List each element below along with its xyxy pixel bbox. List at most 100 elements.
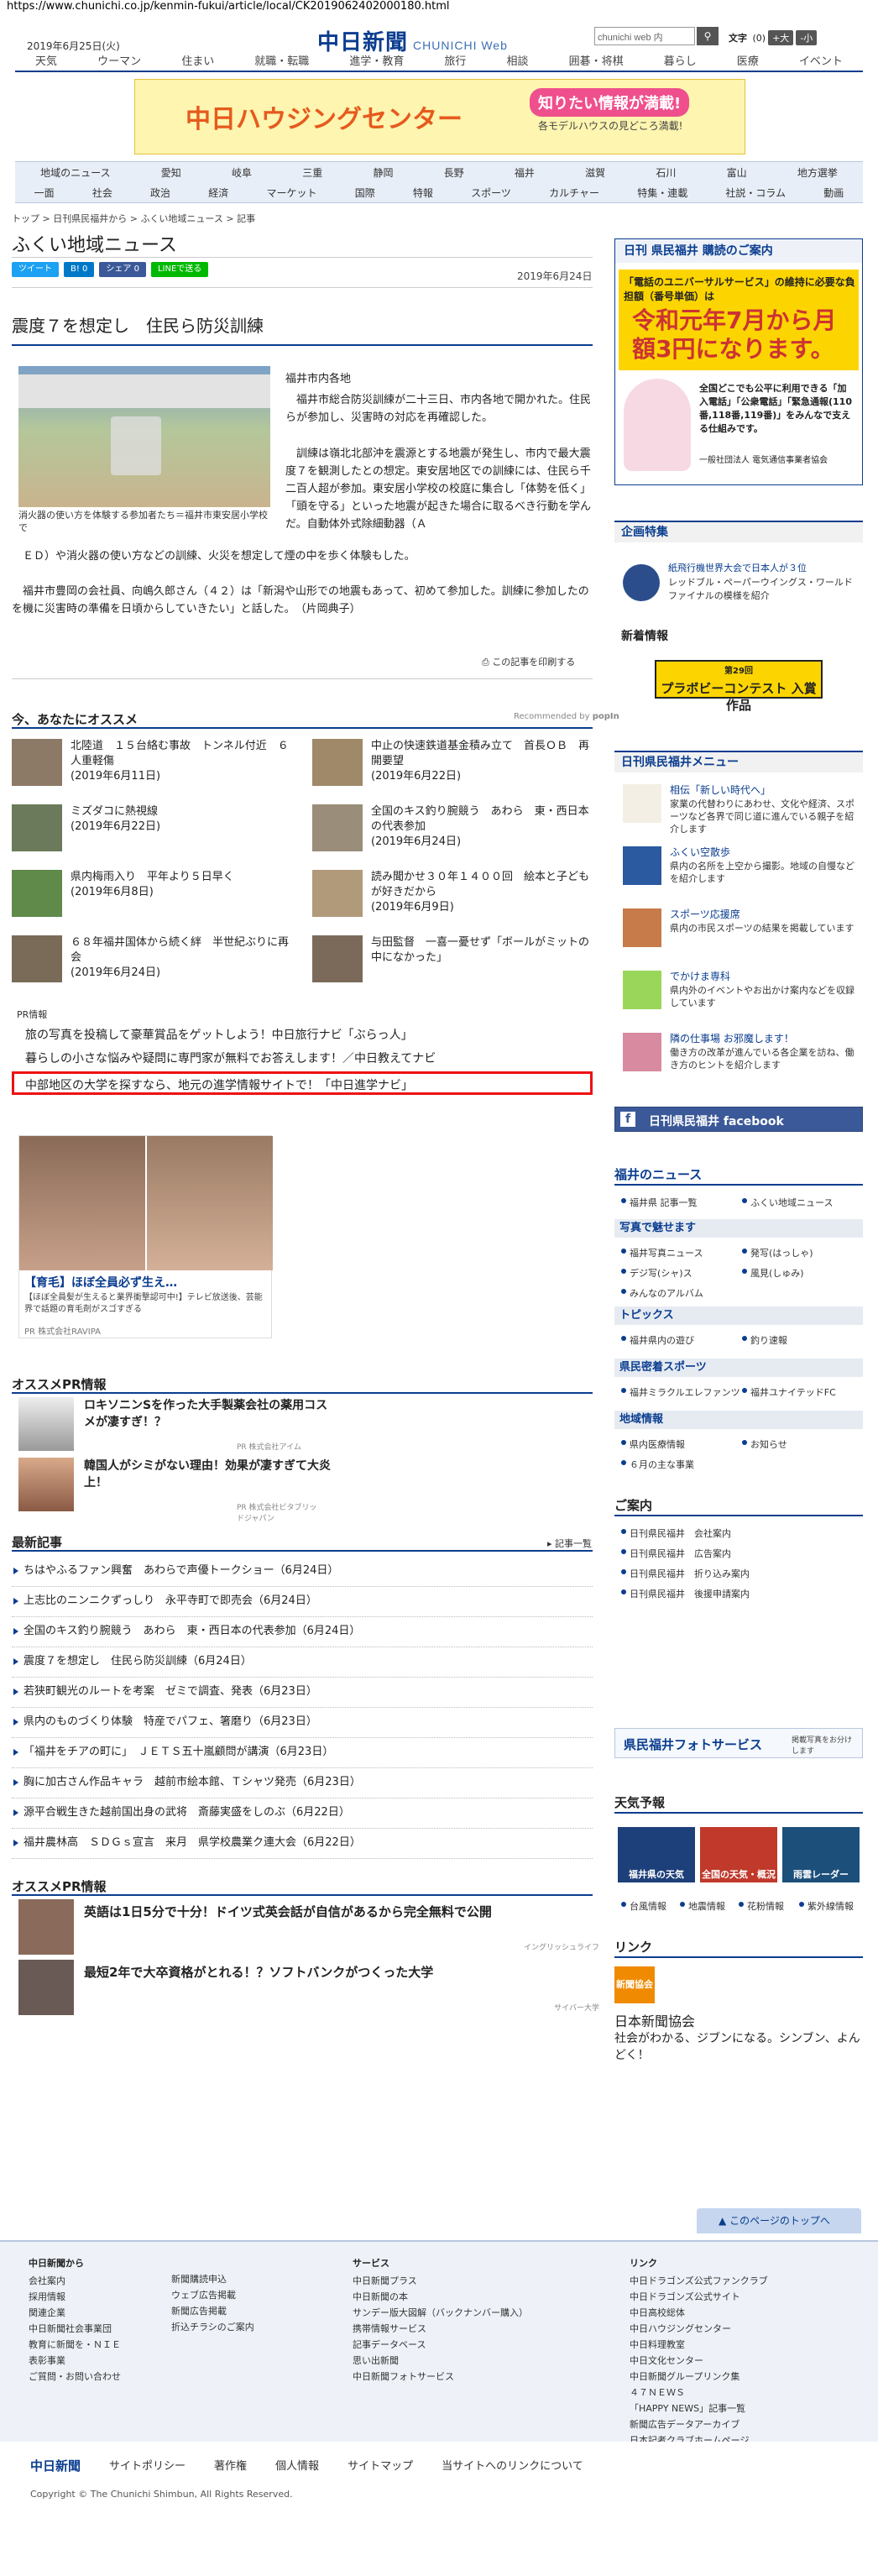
footer-link-1-3[interactable]: 中日新聞社会事業団 bbox=[29, 2321, 121, 2337]
footer-link-4-7[interactable]: ４７ＮＥＷＳ bbox=[630, 2385, 768, 2401]
footer-link-1-0[interactable]: 会社案内 bbox=[29, 2273, 121, 2289]
footer-bar-item-5[interactable]: 当サイトへのリンクについて bbox=[442, 2457, 583, 2474]
cat-nav-row2-item-4[interactable]: マーケット bbox=[266, 186, 316, 200]
font-large-button[interactable]: +大 bbox=[768, 30, 794, 45]
latest-more-link[interactable]: ▸ 記事一覧 bbox=[547, 1537, 592, 1550]
footer-link-4-3[interactable]: 中日ハウジングセンター bbox=[630, 2321, 768, 2337]
area-link-2[interactable]: お知らせ bbox=[742, 1437, 787, 1451]
global-nav-item-0[interactable]: 天気 bbox=[35, 52, 57, 71]
cat-nav-row2-item-7[interactable]: スポーツ bbox=[471, 186, 511, 200]
breadcrumb[interactable]: トップ > 日刊県民福井から > ふくい地域ニュース > 記事 bbox=[12, 212, 255, 225]
osusume-pr-item-1[interactable]: ロキソニンSを作った大手製薬会社の薬用コスメが凄すぎ！？ PR 株式会社アイム bbox=[18, 1397, 327, 1456]
menu-item[interactable]: でかけま専科 県内外のイベントやお出かけ案内などを収録しています bbox=[623, 969, 863, 1021]
menu-item[interactable]: 相伝「新しい時代へ」 家業の代替わりにあわせ、文化や経済、スポーツなど各界で同じ道… bbox=[623, 783, 863, 835]
global-nav-item-1[interactable]: ウーマン bbox=[97, 52, 141, 71]
reco-item[interactable]: 県内梅雨入り 平年より５日早く (2019年6月8日) bbox=[12, 867, 302, 924]
global-nav-item-5[interactable]: 旅行 bbox=[444, 52, 466, 71]
pr-link-1[interactable]: 旅の写真を投稿して豪華賞品をゲットしよう！中日旅行ナビ「ぶらっ人」 bbox=[25, 1026, 413, 1043]
reco-item[interactable]: 与田監督 一喜一憂せず「ボールがミットの中になかった」 bbox=[312, 932, 603, 989]
latest-item[interactable]: 源平合戦生きた越前国出身の武将 斎藤実盛をしのぶ（6月22日） bbox=[12, 1798, 593, 1829]
hatena-bookmark-button[interactable]: B! 0 bbox=[64, 262, 95, 277]
cat-nav-row1-item-2[interactable]: 岐阜 bbox=[232, 165, 252, 180]
weather-card-fukui[interactable]: 福井県の天気 bbox=[618, 1827, 695, 1882]
latest-item[interactable]: 震度７を想定し 住民ら防災訓練（6月24日） bbox=[12, 1647, 593, 1678]
font-reset-button[interactable]: (0) bbox=[753, 33, 766, 44]
latest-item[interactable]: 胸に加古さん作品キャラ 越前市絵本館、Ｔシャツ発売（6月23日） bbox=[12, 1768, 593, 1798]
menu-item[interactable]: ふくい空散歩 県内の名所を上空から撮影。地域の自慢などを紹介します bbox=[623, 845, 863, 897]
footer-link-4-9[interactable]: 新聞広告データアーカイブ bbox=[630, 2416, 768, 2432]
print-article-link[interactable]: ⎙ この記事を印刷する bbox=[482, 655, 575, 668]
footer-link-2-3[interactable]: 折込チラシのご案内 bbox=[171, 2319, 254, 2335]
osusume-pr2-item-1[interactable]: 英語は1日5分で十分！ドイツ式英会話が自信があるから完全無料で公開 イングリッシ… bbox=[18, 1899, 599, 1958]
cat-nav-row1-item-1[interactable]: 愛知 bbox=[161, 165, 181, 180]
footer-bar-item-1[interactable]: サイトポリシー bbox=[109, 2457, 186, 2474]
weather-link-4[interactable]: 紫外線情報 bbox=[799, 1899, 854, 1913]
footer-link-3-6[interactable]: 中日新聞フォトサービス bbox=[353, 2369, 528, 2385]
cat-nav-row2-item-11[interactable]: 動画 bbox=[823, 186, 844, 200]
cat-nav-row2-item-9[interactable]: 特集・連載 bbox=[637, 186, 687, 200]
weather-card-national[interactable]: 全国の天気・概況 bbox=[700, 1827, 777, 1882]
area-link-1[interactable]: 県内医療情報 bbox=[621, 1437, 685, 1451]
osusume-pr-item-2[interactable]: 韓国人がシミがない理由！効果が凄すぎて大炎上！ PR 株式会社ビタブリッドジャパ… bbox=[18, 1458, 331, 1523]
cat-nav-row2-item-3[interactable]: 経済 bbox=[208, 186, 228, 200]
cat-nav-row1-item-9[interactable]: 富山 bbox=[727, 165, 747, 180]
footer-link-4-1[interactable]: 中日ドラゴンズ公式サイト bbox=[630, 2289, 768, 2305]
weather-card-radar[interactable]: 雨雲レーダー bbox=[782, 1827, 860, 1882]
tweet-button[interactable]: ツイート bbox=[12, 262, 59, 277]
photo-link-4[interactable]: 風見(しゅみ) bbox=[742, 1266, 804, 1280]
latest-item[interactable]: 若狭町観光のルートを考案 ゼミで調査、発表（6月23日） bbox=[12, 1678, 593, 1708]
cat-nav-row2-item-5[interactable]: 国際 bbox=[355, 186, 375, 200]
search-icon[interactable]: ⚲ bbox=[697, 27, 719, 45]
reco-item[interactable]: 中止の快速鉄道基金積み立て 首長ＯＢ 再開要望 (2019年6月22日) bbox=[312, 736, 603, 793]
article-photo[interactable] bbox=[18, 366, 270, 507]
footer-link-4-0[interactable]: 中日ドラゴンズ公式ファンクラブ bbox=[630, 2273, 768, 2289]
photo-link-3[interactable]: デジ写(シャ)ス bbox=[621, 1266, 692, 1280]
global-nav-item-9[interactable]: 医療 bbox=[737, 52, 759, 71]
footer-link-3-3[interactable]: 携帯情報サービス bbox=[353, 2321, 528, 2337]
global-nav-item-8[interactable]: 暮らし bbox=[664, 52, 697, 71]
annai-link-4[interactable]: 日刊県民福井 後援申請案内 bbox=[621, 1587, 750, 1600]
reco-item[interactable]: 全国のキス釣り腕競う あわら 東・西日本の代表参加 (2019年6月24日) bbox=[312, 801, 603, 858]
latest-item[interactable]: 「福井をチアの町に」 ＪＥＴＳ五十嵐顧問が講演（6月23日） bbox=[12, 1738, 593, 1768]
cat-nav-row1-item-0[interactable]: 地域のニュース bbox=[40, 165, 110, 180]
footer-link-3-1[interactable]: 中日新聞の本 bbox=[353, 2289, 528, 2305]
cat-nav-row1-item-6[interactable]: 福井 bbox=[515, 165, 535, 180]
reco-powered[interactable]: Recommended by popIn bbox=[514, 712, 619, 721]
annai-link-2[interactable]: 日刊県民福井 広告案内 bbox=[621, 1547, 731, 1560]
cat-nav-row1-item-5[interactable]: 長野 bbox=[444, 165, 464, 180]
footer-link-4-5[interactable]: 中日文化センター bbox=[630, 2353, 768, 2369]
global-nav-item-4[interactable]: 進学・教育 bbox=[349, 52, 404, 71]
cat-nav-row1-item-7[interactable]: 滋賀 bbox=[585, 165, 605, 180]
photo-link-2[interactable]: 発写(はっしゃ) bbox=[742, 1246, 813, 1259]
cat-nav-row1-item-8[interactable]: 石川 bbox=[656, 165, 676, 180]
line-share-button[interactable]: LINEで送る bbox=[150, 262, 209, 277]
footer-bar-item-4[interactable]: サイトマップ bbox=[348, 2457, 413, 2474]
sports-link-1[interactable]: 福井ミラクルエレファンツ bbox=[621, 1385, 740, 1399]
topics-link-2[interactable]: 釣り速報 bbox=[742, 1333, 787, 1347]
footer-bar-item-2[interactable]: 著作権 bbox=[214, 2457, 247, 2474]
footer-link-1-1[interactable]: 採用情報 bbox=[29, 2289, 121, 2305]
area-link-3[interactable]: ６月の主な事業 bbox=[621, 1458, 694, 1471]
latest-item[interactable]: 全国のキス釣り腕競う あわら 東・西日本の代表参加（6月24日） bbox=[12, 1617, 593, 1647]
cat-nav-row2-item-2[interactable]: 政治 bbox=[150, 186, 170, 200]
pressnet-logo[interactable]: 新聞協会 bbox=[614, 1966, 655, 2003]
topics-link-1[interactable]: 福井県内の遊び bbox=[621, 1333, 694, 1347]
footer-link-4-2[interactable]: 中日高校総体 bbox=[630, 2305, 768, 2321]
footer-bar-item-3[interactable]: 個人情報 bbox=[275, 2457, 319, 2474]
footer-link-3-0[interactable]: 中日新聞プラス bbox=[353, 2273, 528, 2289]
footer-link-4-6[interactable]: 中日新聞グループリンク集 bbox=[630, 2369, 768, 2385]
hair-ad[interactable]: 【育毛】ほぼ全員必ず生え… 【ほぼ全員髪が生えると業界衝撃認可中!】テレビ放送後… bbox=[18, 1135, 273, 1338]
footer-link-4-8[interactable]: 「HAPPY NEWS」記事一覧 bbox=[630, 2401, 768, 2416]
photo-link-5[interactable]: みんなのアルバム bbox=[621, 1286, 703, 1300]
font-small-button[interactable]: -小 bbox=[796, 30, 818, 45]
footer-link-1-2[interactable]: 関連企業 bbox=[29, 2305, 121, 2321]
fukui-link-2[interactable]: ふくい地域ニュース bbox=[742, 1196, 833, 1209]
cat-nav-row2-item-0[interactable]: 一面 bbox=[34, 186, 55, 200]
footer-link-3-4[interactable]: 記事データベース bbox=[353, 2337, 528, 2353]
cat-nav-row2-item-8[interactable]: カルチャー bbox=[549, 186, 599, 200]
reco-item[interactable]: ６８年福井国体から続く絆 半世紀ぶりに再会 (2019年6月24日) bbox=[12, 932, 302, 989]
footer-link-3-5[interactable]: 思い出新聞 bbox=[353, 2353, 528, 2369]
menu-item[interactable]: 隣の仕事場 お邪魔します！ 働き方の改革が進んでいる各企業を訪ね、働き方のヒントを… bbox=[623, 1031, 863, 1083]
weather-link-3[interactable]: 花粉情報 bbox=[739, 1899, 784, 1913]
kikaku-item[interactable]: 紙飛行機世界大会で日本人が３位 レッドブル・ペーパーウイングス・ワールドファイナ… bbox=[623, 561, 863, 608]
